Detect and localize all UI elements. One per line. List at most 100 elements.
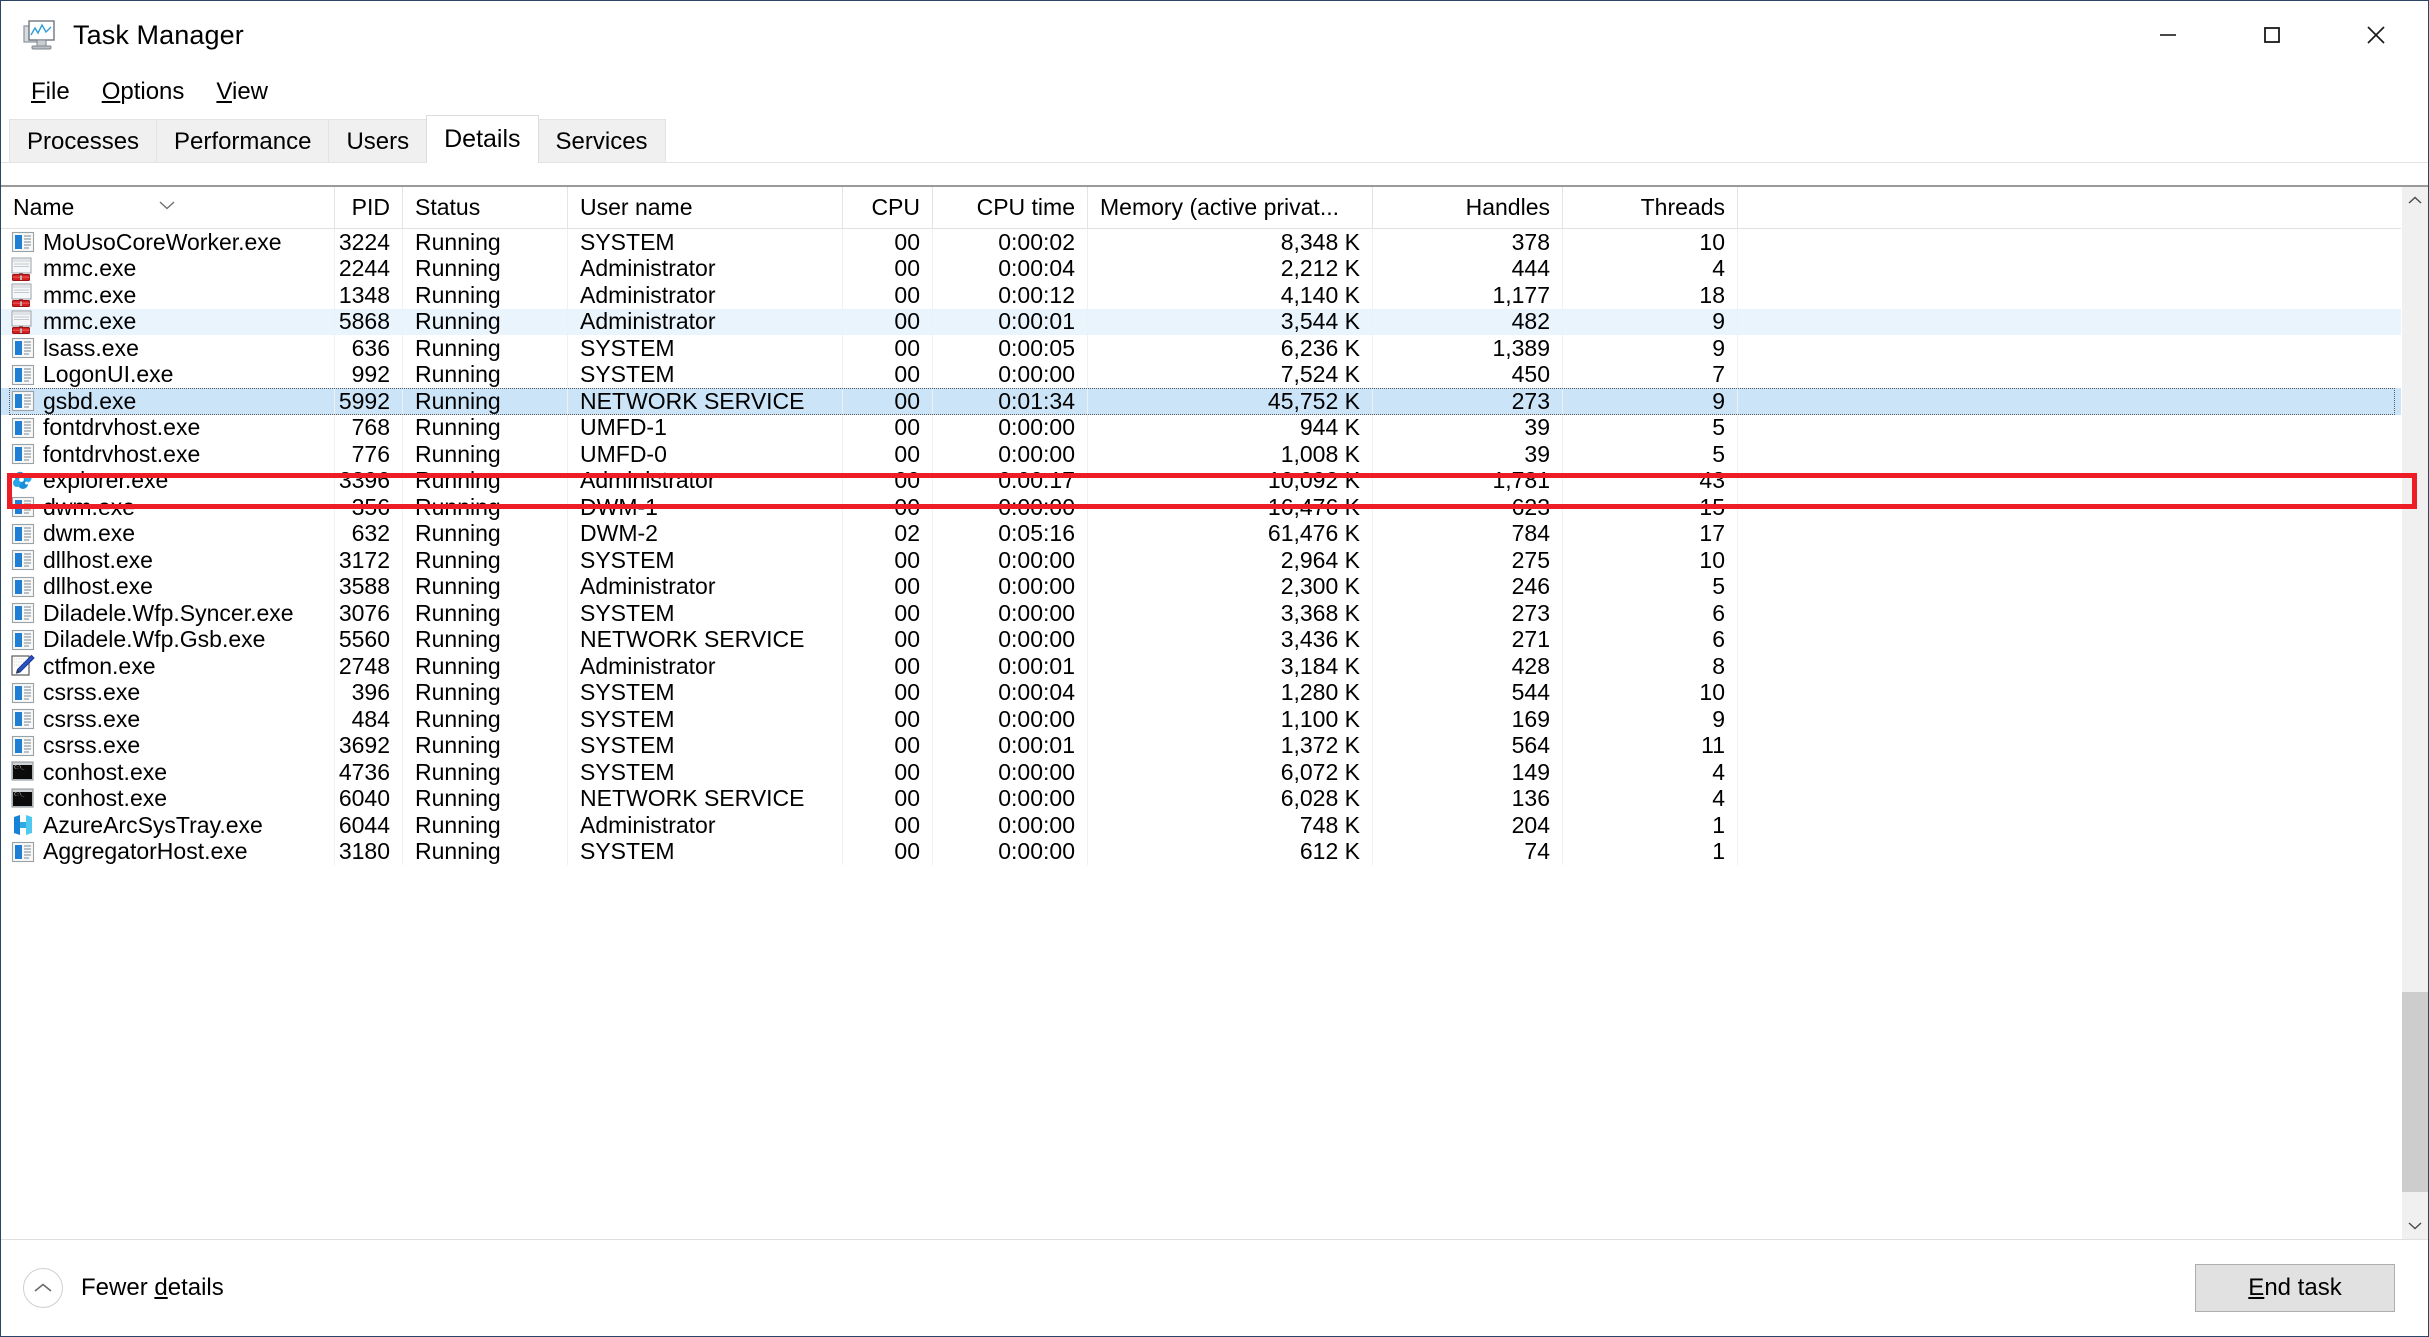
fewer-details-button[interactable]: Fewer details bbox=[23, 1268, 224, 1308]
cell-process-name: C:\_ conhost.exe bbox=[1, 759, 335, 786]
menu-file[interactable]: File bbox=[15, 74, 86, 110]
menu-options[interactable]: Options bbox=[86, 74, 201, 110]
cell-status: Running bbox=[403, 441, 568, 468]
cell-cpu: 00 bbox=[843, 785, 933, 812]
cell-user-name: SYSTEM bbox=[568, 600, 843, 627]
table-row[interactable]: AggregatorHost.exe 3180 Running SYSTEM 00 0:0… bbox=[1, 838, 2401, 865]
table-row[interactable]: MoUsoCoreWorker.exe 3224 Running SYSTEM 00 0:… bbox=[1, 229, 2401, 256]
cell-handles: 450 bbox=[1373, 361, 1563, 388]
table-row[interactable]: C:\_ conhost.exe 4736 Running SYSTEM 00 0:00:0… bbox=[1, 759, 2401, 786]
table-row[interactable]: C:\_ conhost.exe 6040 Running NETWORK SERVIC… bbox=[1, 785, 2401, 812]
process-name-label: dllhost.exe bbox=[43, 547, 153, 573]
cell-process-name: fontdrvhost.exe bbox=[1, 414, 335, 441]
cell-cpu: 00 bbox=[843, 600, 933, 627]
cell-threads: 6 bbox=[1563, 626, 1738, 653]
table-row[interactable]: LogonUI.exe 992 Running SYSTEM 00 0:00:00 7,52… bbox=[1, 361, 2401, 388]
column-header-user[interactable]: User name bbox=[568, 187, 843, 229]
cell-threads: 8 bbox=[1563, 653, 1738, 680]
cell-handles: 1,177 bbox=[1373, 282, 1563, 309]
column-header-cputime[interactable]: CPU time bbox=[933, 187, 1088, 229]
cell-filler bbox=[1738, 468, 2401, 495]
cell-pid: 3396 bbox=[335, 467, 403, 494]
vertical-scrollbar[interactable] bbox=[2401, 187, 2428, 1239]
cell-threads: 7 bbox=[1563, 361, 1738, 388]
process-name-label: LogonUI.exe bbox=[43, 361, 174, 388]
menu-view[interactable]: View bbox=[200, 74, 284, 110]
table-row[interactable]: ctfmon.exe 2748 Running Administrator 00 0:00… bbox=[1, 653, 2401, 680]
table-row[interactable]: fontdrvhost.exe 768 Running UMFD-1 00 0:00:00… bbox=[1, 414, 2401, 441]
cell-process-name: mmc.exe bbox=[1, 282, 335, 309]
cell-process-name: dllhost.exe bbox=[1, 573, 335, 600]
table-row[interactable]: mmc.exe 5868 Running Administrator 00 0:00:01… bbox=[1, 308, 2401, 335]
minimize-button[interactable] bbox=[2116, 1, 2220, 69]
process-name-label: ctfmon.exe bbox=[43, 653, 156, 679]
table-row[interactable]: AzureArcSysTray.exe 6044 Running Administra… bbox=[1, 812, 2401, 839]
app-window-icon bbox=[11, 628, 35, 652]
table-row[interactable]: Diladele.Wfp.Syncer.exe 3076 Running SYSTEM… bbox=[1, 600, 2401, 627]
table-row[interactable]: dwm.exe 356 Running DWM-1 00 0:00:00 16,476 K6… bbox=[1, 494, 2401, 521]
cell-cpu: 02 bbox=[843, 520, 933, 547]
cell-filler bbox=[1738, 282, 2401, 309]
table-row[interactable]: mmc.exe 2244 Running Administrator 00 0:00:04… bbox=[1, 255, 2401, 283]
cell-pid: 3180 bbox=[335, 838, 403, 865]
cell-memory: 1,008 K bbox=[1088, 441, 1373, 468]
process-name-label: dwm.exe bbox=[43, 520, 136, 547]
scrollbar-thumb[interactable] bbox=[2402, 992, 2428, 1193]
column-header-cpu[interactable]: CPU bbox=[843, 187, 933, 229]
table-row[interactable]: explorer.exe 3396 Running Administrator 00 0:… bbox=[1, 467, 2401, 495]
table-row[interactable]: mmc.exe 1348 Running Administrator 00 0:00:12… bbox=[1, 282, 2401, 309]
column-header-name[interactable]: Name bbox=[1, 187, 335, 229]
table-row[interactable]: csrss.exe 3692 Running SYSTEM 00 0:00:01 1,372… bbox=[1, 732, 2401, 759]
table-row[interactable]: csrss.exe 396 Running SYSTEM 00 0:00:04 1,280 … bbox=[1, 679, 2401, 706]
cell-status: Running bbox=[403, 812, 568, 839]
tab-details[interactable]: Details bbox=[426, 115, 539, 163]
process-name-label: Diladele.Wfp.Gsb.exe bbox=[43, 626, 266, 653]
table-row[interactable]: dllhost.exe 3172 Running SYSTEM 00 0:00:00 2,9… bbox=[1, 547, 2401, 574]
table-row[interactable]: dwm.exe 632 Running DWM-2 02 0:05:16 61,476 K7… bbox=[1, 520, 2401, 547]
process-name-label: dwm.exe bbox=[43, 494, 136, 520]
tab-performance[interactable]: Performance bbox=[156, 119, 330, 163]
column-header-memory[interactable]: Memory (active privat... bbox=[1088, 187, 1373, 229]
scroll-down-icon[interactable] bbox=[2402, 1212, 2428, 1239]
cell-status: Running bbox=[403, 679, 568, 706]
cell-handles: 39 bbox=[1373, 414, 1563, 441]
tab-users[interactable]: Users bbox=[328, 119, 428, 163]
cell-status: Running bbox=[403, 573, 568, 600]
column-header-pid[interactable]: PID bbox=[335, 187, 403, 229]
column-header-status[interactable]: Status bbox=[403, 187, 568, 229]
table-row[interactable]: lsass.exe 636 Running SYSTEM 00 0:00:05 6,236 … bbox=[1, 335, 2401, 362]
tab-processes[interactable]: Processes bbox=[9, 119, 158, 163]
table-row[interactable]: gsbd.exe 5992 Running NETWORK SERVICE 00 0:01… bbox=[1, 388, 2401, 415]
cell-status: Running bbox=[403, 255, 568, 282]
tab-services[interactable]: Services bbox=[537, 119, 666, 163]
cell-pid: 768 bbox=[335, 414, 403, 441]
table-row[interactable]: dllhost.exe 3588 Running Administrator 00 0:0… bbox=[1, 573, 2401, 600]
cell-handles: 275 bbox=[1373, 547, 1563, 574]
table-row[interactable]: Diladele.Wfp.Gsb.exe 5560 Running NETWORK S… bbox=[1, 626, 2401, 653]
process-name-label: conhost.exe bbox=[43, 759, 168, 785]
cell-memory: 16,476 K bbox=[1088, 494, 1373, 521]
cell-filler bbox=[1738, 229, 2401, 256]
column-header-threads[interactable]: Threads bbox=[1563, 187, 1738, 229]
cell-status: Running bbox=[403, 706, 568, 733]
cell-process-name: MoUsoCoreWorker.exe bbox=[1, 229, 335, 256]
table-row[interactable]: csrss.exe 484 Running SYSTEM 00 0:00:00 1,100 … bbox=[1, 706, 2401, 733]
cell-user-name: DWM-2 bbox=[568, 520, 843, 547]
cell-pid: 776 bbox=[335, 441, 403, 468]
end-task-button[interactable]: End task bbox=[2195, 1264, 2395, 1312]
table-row[interactable]: fontdrvhost.exe 776 Running UMFD-0 00 0:00:00… bbox=[1, 441, 2401, 468]
scrollbar-track[interactable] bbox=[2402, 214, 2428, 1212]
cell-pid: 636 bbox=[335, 335, 403, 362]
explorer-icon bbox=[11, 469, 35, 493]
scroll-up-icon[interactable] bbox=[2402, 187, 2428, 214]
cell-filler bbox=[1738, 256, 2401, 283]
cell-filler bbox=[1738, 494, 2401, 521]
maximize-button[interactable] bbox=[2220, 1, 2324, 69]
cell-user-name: NETWORK SERVICE bbox=[568, 785, 843, 812]
app-window-icon bbox=[11, 601, 35, 625]
close-button[interactable] bbox=[2324, 1, 2428, 69]
column-header-handles[interactable]: Handles bbox=[1373, 187, 1563, 229]
cell-pid: 1348 bbox=[335, 282, 403, 309]
cell-cpu-time: 0:00:00 bbox=[933, 785, 1088, 812]
console-icon: C:\_ bbox=[11, 787, 35, 811]
